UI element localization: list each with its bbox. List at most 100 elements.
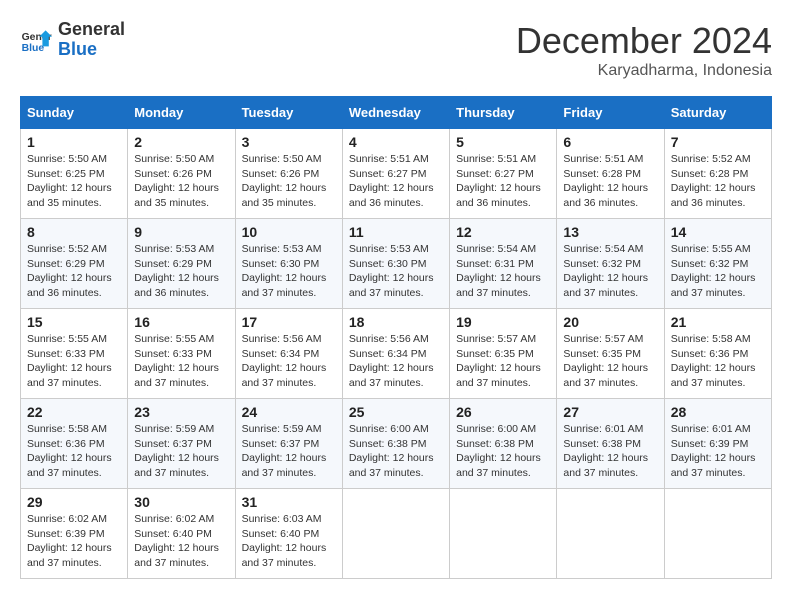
day-number: 7 [671, 134, 765, 150]
table-row: 13 Sunrise: 5:54 AM Sunset: 6:32 PM Dayl… [557, 219, 664, 309]
table-row: 19 Sunrise: 5:57 AM Sunset: 6:35 PM Dayl… [450, 309, 557, 399]
day-info: Sunrise: 5:56 AM Sunset: 6:34 PM Dayligh… [242, 332, 336, 391]
table-row: 3 Sunrise: 5:50 AM Sunset: 6:26 PM Dayli… [235, 129, 342, 219]
col-friday: Friday [557, 97, 664, 129]
table-row: 11 Sunrise: 5:53 AM Sunset: 6:30 PM Dayl… [342, 219, 449, 309]
day-info: Sunrise: 5:54 AM Sunset: 6:32 PM Dayligh… [563, 242, 657, 301]
day-number: 27 [563, 404, 657, 420]
table-row: 22 Sunrise: 5:58 AM Sunset: 6:36 PM Dayl… [21, 399, 128, 489]
table-row: 12 Sunrise: 5:54 AM Sunset: 6:31 PM Dayl… [450, 219, 557, 309]
day-info: Sunrise: 5:50 AM Sunset: 6:26 PM Dayligh… [134, 152, 228, 211]
logo-icon: General Blue [20, 24, 52, 56]
day-number: 17 [242, 314, 336, 330]
table-row: 18 Sunrise: 5:56 AM Sunset: 6:34 PM Dayl… [342, 309, 449, 399]
day-info: Sunrise: 5:50 AM Sunset: 6:25 PM Dayligh… [27, 152, 121, 211]
day-number: 1 [27, 134, 121, 150]
table-row: 16 Sunrise: 5:55 AM Sunset: 6:33 PM Dayl… [128, 309, 235, 399]
logo: General Blue General Blue [20, 20, 125, 60]
day-info: Sunrise: 5:58 AM Sunset: 6:36 PM Dayligh… [671, 332, 765, 391]
table-row: 15 Sunrise: 5:55 AM Sunset: 6:33 PM Dayl… [21, 309, 128, 399]
table-row: 20 Sunrise: 5:57 AM Sunset: 6:35 PM Dayl… [557, 309, 664, 399]
day-number: 19 [456, 314, 550, 330]
day-number: 23 [134, 404, 228, 420]
calendar-week-row: 29 Sunrise: 6:02 AM Sunset: 6:39 PM Dayl… [21, 489, 772, 579]
table-row: 10 Sunrise: 5:53 AM Sunset: 6:30 PM Dayl… [235, 219, 342, 309]
day-info: Sunrise: 5:53 AM Sunset: 6:30 PM Dayligh… [242, 242, 336, 301]
table-row: 24 Sunrise: 5:59 AM Sunset: 6:37 PM Dayl… [235, 399, 342, 489]
svg-text:Blue: Blue [22, 43, 45, 54]
col-sunday: Sunday [21, 97, 128, 129]
day-number: 29 [27, 494, 121, 510]
day-info: Sunrise: 5:55 AM Sunset: 6:33 PM Dayligh… [134, 332, 228, 391]
table-row: 27 Sunrise: 6:01 AM Sunset: 6:38 PM Dayl… [557, 399, 664, 489]
col-thursday: Thursday [450, 97, 557, 129]
day-info: Sunrise: 6:00 AM Sunset: 6:38 PM Dayligh… [349, 422, 443, 481]
day-info: Sunrise: 5:57 AM Sunset: 6:35 PM Dayligh… [456, 332, 550, 391]
logo-text: General Blue [58, 20, 125, 60]
calendar-table: Sunday Monday Tuesday Wednesday Thursday… [20, 96, 772, 579]
day-number: 8 [27, 224, 121, 240]
day-number: 20 [563, 314, 657, 330]
day-info: Sunrise: 5:55 AM Sunset: 6:33 PM Dayligh… [27, 332, 121, 391]
day-info: Sunrise: 5:58 AM Sunset: 6:36 PM Dayligh… [27, 422, 121, 481]
calendar-week-row: 15 Sunrise: 5:55 AM Sunset: 6:33 PM Dayl… [21, 309, 772, 399]
day-number: 2 [134, 134, 228, 150]
day-info: Sunrise: 5:51 AM Sunset: 6:27 PM Dayligh… [349, 152, 443, 211]
day-number: 12 [456, 224, 550, 240]
table-row: 17 Sunrise: 5:56 AM Sunset: 6:34 PM Dayl… [235, 309, 342, 399]
table-row: 6 Sunrise: 5:51 AM Sunset: 6:28 PM Dayli… [557, 129, 664, 219]
table-row: 14 Sunrise: 5:55 AM Sunset: 6:32 PM Dayl… [664, 219, 771, 309]
title-section: December 2024 Karyadharma, Indonesia [516, 20, 772, 80]
day-info: Sunrise: 6:03 AM Sunset: 6:40 PM Dayligh… [242, 512, 336, 571]
day-number: 13 [563, 224, 657, 240]
location: Karyadharma, Indonesia [516, 62, 772, 80]
day-info: Sunrise: 5:54 AM Sunset: 6:31 PM Dayligh… [456, 242, 550, 301]
table-row: 1 Sunrise: 5:50 AM Sunset: 6:25 PM Dayli… [21, 129, 128, 219]
day-number: 28 [671, 404, 765, 420]
day-info: Sunrise: 5:52 AM Sunset: 6:29 PM Dayligh… [27, 242, 121, 301]
col-saturday: Saturday [664, 97, 771, 129]
day-info: Sunrise: 6:02 AM Sunset: 6:39 PM Dayligh… [27, 512, 121, 571]
day-info: Sunrise: 5:53 AM Sunset: 6:30 PM Dayligh… [349, 242, 443, 301]
day-number: 6 [563, 134, 657, 150]
day-number: 14 [671, 224, 765, 240]
table-row: 28 Sunrise: 6:01 AM Sunset: 6:39 PM Dayl… [664, 399, 771, 489]
table-row: 31 Sunrise: 6:03 AM Sunset: 6:40 PM Dayl… [235, 489, 342, 579]
day-info: Sunrise: 6:01 AM Sunset: 6:38 PM Dayligh… [563, 422, 657, 481]
day-info: Sunrise: 6:00 AM Sunset: 6:38 PM Dayligh… [456, 422, 550, 481]
day-info: Sunrise: 6:02 AM Sunset: 6:40 PM Dayligh… [134, 512, 228, 571]
day-number: 4 [349, 134, 443, 150]
page-header: General Blue General Blue December 2024 … [20, 20, 772, 80]
day-number: 25 [349, 404, 443, 420]
table-row: 8 Sunrise: 5:52 AM Sunset: 6:29 PM Dayli… [21, 219, 128, 309]
table-row: 9 Sunrise: 5:53 AM Sunset: 6:29 PM Dayli… [128, 219, 235, 309]
day-number: 22 [27, 404, 121, 420]
day-info: Sunrise: 6:01 AM Sunset: 6:39 PM Dayligh… [671, 422, 765, 481]
day-info: Sunrise: 5:50 AM Sunset: 6:26 PM Dayligh… [242, 152, 336, 211]
day-number: 15 [27, 314, 121, 330]
col-wednesday: Wednesday [342, 97, 449, 129]
col-tuesday: Tuesday [235, 97, 342, 129]
calendar-week-row: 8 Sunrise: 5:52 AM Sunset: 6:29 PM Dayli… [21, 219, 772, 309]
day-info: Sunrise: 5:59 AM Sunset: 6:37 PM Dayligh… [134, 422, 228, 481]
day-info: Sunrise: 5:51 AM Sunset: 6:28 PM Dayligh… [563, 152, 657, 211]
day-info: Sunrise: 5:53 AM Sunset: 6:29 PM Dayligh… [134, 242, 228, 301]
calendar-week-row: 22 Sunrise: 5:58 AM Sunset: 6:36 PM Dayl… [21, 399, 772, 489]
day-number: 26 [456, 404, 550, 420]
day-info: Sunrise: 5:57 AM Sunset: 6:35 PM Dayligh… [563, 332, 657, 391]
table-row: 5 Sunrise: 5:51 AM Sunset: 6:27 PM Dayli… [450, 129, 557, 219]
table-row: 26 Sunrise: 6:00 AM Sunset: 6:38 PM Dayl… [450, 399, 557, 489]
day-number: 9 [134, 224, 228, 240]
day-number: 16 [134, 314, 228, 330]
day-number: 11 [349, 224, 443, 240]
day-number: 30 [134, 494, 228, 510]
day-number: 24 [242, 404, 336, 420]
day-info: Sunrise: 5:52 AM Sunset: 6:28 PM Dayligh… [671, 152, 765, 211]
day-number: 3 [242, 134, 336, 150]
day-info: Sunrise: 5:55 AM Sunset: 6:32 PM Dayligh… [671, 242, 765, 301]
table-row: 7 Sunrise: 5:52 AM Sunset: 6:28 PM Dayli… [664, 129, 771, 219]
month-title: December 2024 [516, 20, 772, 62]
table-row [557, 489, 664, 579]
table-row: 21 Sunrise: 5:58 AM Sunset: 6:36 PM Dayl… [664, 309, 771, 399]
table-row [342, 489, 449, 579]
